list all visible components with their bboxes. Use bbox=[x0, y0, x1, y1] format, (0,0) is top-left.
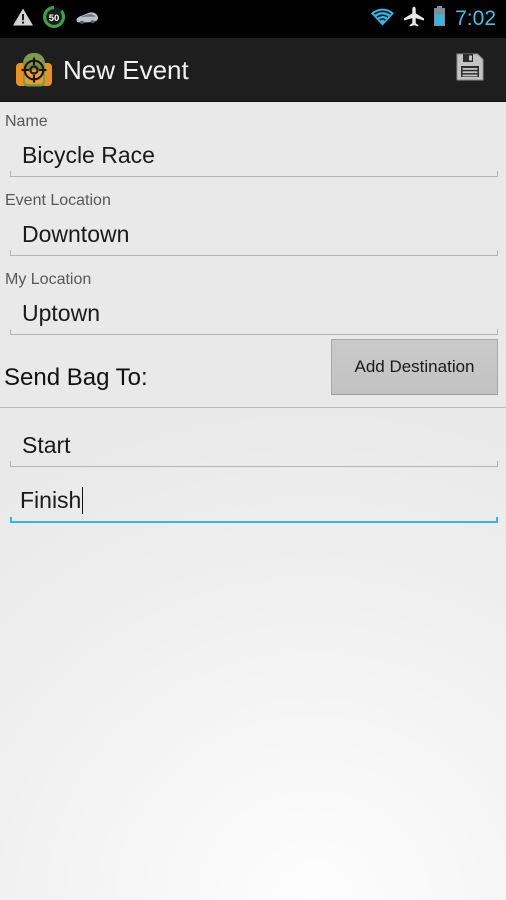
event-location-input-value: Downtown bbox=[22, 221, 130, 247]
action-bar: New Event bbox=[0, 38, 506, 102]
destination-input-1[interactable]: Start bbox=[10, 421, 498, 467]
page-title: New Event bbox=[63, 54, 189, 85]
save-floppy-icon bbox=[455, 52, 485, 87]
save-button[interactable] bbox=[448, 47, 492, 93]
send-bag-label: Send Bag To: bbox=[4, 364, 148, 391]
send-bag-row: Send Bag To: Add Destination bbox=[0, 335, 506, 407]
destination-input-2[interactable]: Finish bbox=[10, 477, 498, 523]
destination-input-1-value: Start bbox=[22, 432, 71, 458]
name-input-value: Bicycle Race bbox=[22, 142, 155, 168]
app-screen: 50 7:02 New Event Name Bicycle Race Even… bbox=[0, 0, 506, 900]
airplane-mode-icon bbox=[403, 6, 425, 32]
form-content: Name Bicycle Race Event Location Downtow… bbox=[0, 103, 506, 900]
destination-input-2-underline bbox=[10, 517, 498, 523]
warning-triangle-icon bbox=[12, 7, 34, 32]
name-input[interactable]: Bicycle Race bbox=[10, 131, 498, 177]
backpack-crosshair-icon[interactable] bbox=[13, 49, 55, 91]
status-bar-right-icons: 7:02 bbox=[370, 6, 496, 32]
status-bar-clock: 7:02 bbox=[455, 7, 496, 30]
speed-limit-icon: 50 bbox=[43, 5, 65, 33]
speed-limit-value: 50 bbox=[49, 13, 60, 24]
field-group-my-location: My Location Uptown bbox=[0, 256, 506, 335]
my-location-input-value: Uptown bbox=[22, 300, 100, 326]
event-location-input[interactable]: Downtown bbox=[10, 210, 498, 256]
text-cursor bbox=[82, 487, 84, 514]
destination-input-2-value: Finish bbox=[20, 487, 82, 513]
field-group-event-location: Event Location Downtown bbox=[0, 177, 506, 256]
wifi-icon bbox=[370, 7, 395, 32]
add-destination-button-label: Add Destination bbox=[354, 357, 475, 376]
field-group-name: Name Bicycle Race bbox=[0, 103, 506, 177]
destination-input-2-value-wrap: Finish bbox=[20, 487, 84, 514]
battery-icon bbox=[433, 6, 446, 32]
field-label-event-location: Event Location bbox=[5, 192, 111, 209]
field-group-destination-2: Finish bbox=[0, 467, 506, 523]
field-label-my-location: My Location bbox=[5, 271, 92, 288]
my-location-input[interactable]: Uptown bbox=[10, 289, 498, 335]
add-destination-button[interactable]: Add Destination bbox=[331, 339, 498, 395]
status-bar-left-icons: 50 bbox=[12, 5, 100, 33]
car-icon bbox=[74, 9, 100, 30]
field-label-name: Name bbox=[5, 113, 48, 130]
status-bar: 50 7:02 bbox=[0, 0, 506, 38]
field-group-destination-1: Start bbox=[0, 408, 506, 467]
